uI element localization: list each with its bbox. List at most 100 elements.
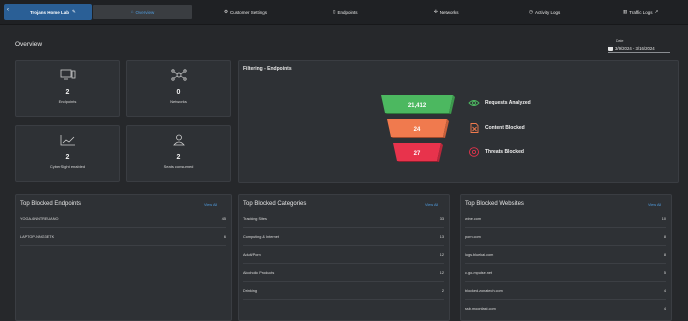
table-row[interactable]: Tracking Sites 33 <box>243 210 444 228</box>
cybersight-count: 2 <box>65 154 70 161</box>
tab-traffic-logs-label: Traffic Logs <box>629 9 653 15</box>
funnel-level-threats-bottom <box>397 161 439 162</box>
networks-stat-card[interactable]: 0 Networks <box>126 60 231 117</box>
calendar-icon <box>608 45 613 51</box>
table-row[interactable]: Adult/Porn 12 <box>243 246 444 264</box>
endpoint-count: 45 <box>221 216 226 221</box>
filtering-endpoints-card: Filtering - Endpoints 21,412 24 27 Reque… <box>238 60 679 183</box>
endpoint-name: LAPTOP-NNG3ETK <box>20 234 55 239</box>
category-count: 33 <box>439 216 444 221</box>
filtering-funnel: 21,412 24 27 <box>381 95 455 162</box>
table-row[interactable]: YOGA-6NNTREUANO 45 <box>20 210 226 228</box>
website-name: c.go-mpulse.net <box>465 270 493 275</box>
cybersight-label: CyberSight enabled <box>49 164 86 169</box>
page-title: Overview <box>15 41 43 48</box>
network-icon: ✣ <box>434 8 438 14</box>
bug-shield-icon <box>469 147 479 157</box>
website-name: blocked.zonatech.com <box>465 288 503 293</box>
tab-customer-settings[interactable]: ⚙ Customer Settings <box>224 5 267 19</box>
endpoint-name: YOGA-6NNTREUANO <box>20 216 59 221</box>
website-count: 5 <box>663 270 666 275</box>
endpoints-stat-card[interactable]: 2 Endpoints <box>15 60 120 117</box>
tab-activity-logs[interactable]: ◷ Activity Logs <box>529 5 560 19</box>
category-count: 12 <box>439 252 444 257</box>
endpoint-icon: ▯ <box>333 8 336 14</box>
line-chart-icon <box>60 134 76 148</box>
category-count: 13 <box>439 234 444 239</box>
websites-view-all-link[interactable]: View All <box>648 203 661 207</box>
user-icon <box>171 134 187 148</box>
categories-view-all-link[interactable]: View All <box>425 203 438 207</box>
chevron-left-icon[interactable]: ‹ <box>7 7 9 13</box>
website-name: porn.com <box>465 234 481 239</box>
category-name: Tracking Sites <box>243 216 267 221</box>
endpoint-count: 6 <box>223 234 226 239</box>
table-row[interactable]: logs.bluekai.com 8 <box>465 246 666 264</box>
website-count: 4 <box>663 288 666 293</box>
table-row[interactable]: ssb.moonfast.com 4 <box>465 300 666 317</box>
table-row[interactable]: Computing & Internet 13 <box>243 228 444 246</box>
home-icon: ⌂ <box>130 8 134 14</box>
top-blocked-categories-card: Top Blocked Categories View All Tracking… <box>238 194 450 321</box>
website-count: 8 <box>663 252 666 257</box>
tab-endpoints-label: Endpoints <box>337 9 358 15</box>
website-name: logs.bluekai.com <box>465 252 494 257</box>
threats-value: 27 <box>414 151 421 157</box>
eye-icon <box>468 100 480 106</box>
category-name: Adult/Porn <box>243 252 261 257</box>
tab-traffic-logs[interactable]: ▥ Traffic Logs ↗ <box>623 5 658 19</box>
clock-icon: ◷ <box>529 8 533 14</box>
table-row[interactable]: Drinking 2 <box>243 282 444 300</box>
external-link-icon: ↗ <box>654 8 659 14</box>
date-range-picker[interactable]: 3/9/2024 - 3/16/2024 <box>608 44 670 53</box>
endpoints-view-all-link[interactable]: View All <box>204 203 217 207</box>
top-blocked-endpoints-title: Top Blocked Endpoints <box>20 201 82 207</box>
category-name: Alcoholic Products <box>243 270 275 275</box>
legend-requests: Requests Analyzed <box>468 99 531 107</box>
legend-threats-label: Threats Blocked <box>485 149 524 155</box>
date-range-value: 3/9/2024 - 3/16/2024 <box>615 45 655 51</box>
website-name: wine.com <box>465 216 482 221</box>
table-row[interactable]: blocked.zonatech.com 4 <box>465 282 666 300</box>
legend-requests-label: Requests Analyzed <box>485 100 531 106</box>
legend-content-label: Content Blocked <box>485 125 525 131</box>
monitor-icon <box>60 69 76 83</box>
tab-endpoints[interactable]: ▯ Endpoints <box>333 5 358 19</box>
bar-chart-icon: ▥ <box>623 8 628 14</box>
tab-networks[interactable]: ✣ Networks <box>434 5 459 19</box>
endpoints-label: Endpoints <box>58 99 77 104</box>
funnel-level-requests-bottom <box>385 113 451 114</box>
category-count: 2 <box>441 288 444 293</box>
blocked-file-icon <box>470 123 479 133</box>
seats-stat-card[interactable]: 2 Seats consumed <box>126 125 231 182</box>
endpoints-count: 2 <box>65 89 70 96</box>
table-row[interactable]: LAPTOP-NNG3ETK 6 <box>20 228 226 246</box>
tab-customer-settings-label: Customer Settings <box>230 9 268 15</box>
requests-value: 21,412 <box>408 103 427 109</box>
table-row[interactable]: Alcoholic Products 12 <box>243 264 444 282</box>
date-label: Date <box>616 39 624 43</box>
edit-icon[interactable]: ✎ <box>72 9 76 15</box>
top-blocked-websites-card: Top Blocked Websites View All wine.com 1… <box>460 194 672 321</box>
filtering-title: Filtering - Endpoints <box>243 66 292 72</box>
gear-icon: ⚙ <box>224 8 229 14</box>
seats-count: 2 <box>176 154 181 161</box>
tab-overview-label: Overview <box>135 9 155 15</box>
tab-networks-label: Networks <box>439 9 459 15</box>
table-row[interactable]: wine.com 10 <box>465 210 666 228</box>
top-blocked-categories-title: Top Blocked Categories <box>243 201 307 207</box>
category-name: Computing & Internet <box>243 234 279 239</box>
site-label: Trojans Home Lab <box>30 9 70 15</box>
table-row[interactable]: c.go-mpulse.net 5 <box>465 264 666 282</box>
category-count: 12 <box>439 270 444 275</box>
top-blocked-endpoints-card: Top Blocked Endpoints View All YOGA-6NNT… <box>15 194 232 321</box>
table-row[interactable]: porn.com 8 <box>465 228 666 246</box>
website-count: 8 <box>663 234 666 239</box>
website-count: 10 <box>661 216 666 221</box>
site-selector-tab[interactable]: ‹ Trojans Home Lab ✎ <box>4 4 92 20</box>
cybersight-stat-card[interactable]: 2 CyberSight enabled <box>15 125 120 182</box>
funnel-level-content-bottom <box>391 137 445 138</box>
top-blocked-websites-title: Top Blocked Websites <box>465 201 524 207</box>
tab-overview[interactable]: ⌂ Overview <box>93 5 192 19</box>
category-name: Drinking <box>243 288 257 293</box>
